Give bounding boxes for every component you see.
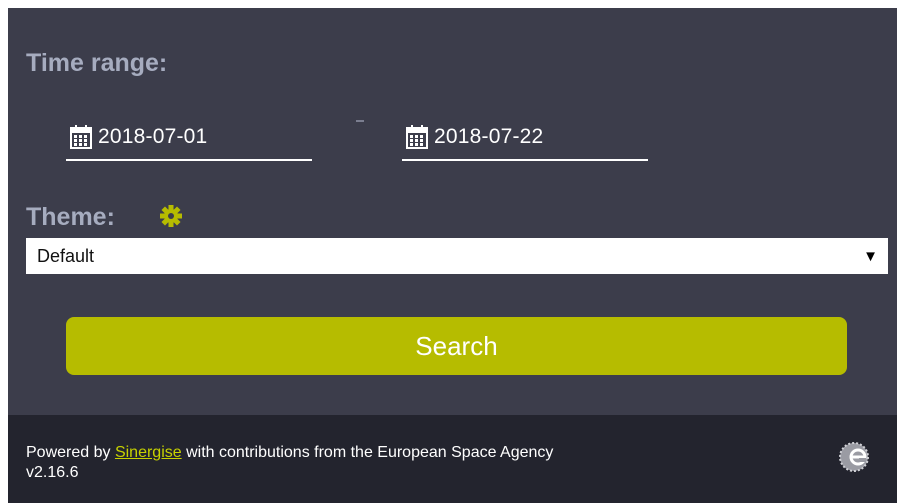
end-date-input[interactable]: 2018-07-22 — [402, 115, 648, 161]
footer-credits: Powered by Sinergise with contributions … — [26, 443, 553, 483]
time-range-label: Time range: — [26, 49, 168, 77]
gear-icon[interactable] — [160, 205, 182, 227]
dropdown-arrow-icon: ▼ — [863, 247, 878, 265]
range-separator — [356, 120, 364, 122]
version-text: v2.16.6 — [26, 464, 79, 481]
start-date-value: 2018-07-01 — [98, 125, 208, 148]
theme-select-value: Default — [37, 245, 95, 266]
sinergise-link[interactable]: Sinergise — [115, 444, 182, 461]
contributions-text: with contributions from the European Spa… — [181, 444, 554, 461]
theme-select[interactable]: Default ▼ — [26, 238, 888, 274]
esa-logo-icon — [839, 442, 869, 472]
footer: Powered by Sinergise with contributions … — [8, 415, 897, 503]
theme-label: Theme: — [26, 203, 115, 231]
start-date-input[interactable]: 2018-07-01 — [66, 115, 312, 161]
calendar-icon — [406, 125, 428, 149]
search-button[interactable]: Search — [66, 317, 847, 375]
powered-by-text: Powered by — [26, 444, 115, 461]
end-date-value: 2018-07-22 — [434, 125, 544, 148]
search-panel: Time range: 2018-07-01 2018-07-22 Theme:… — [8, 8, 897, 503]
calendar-icon — [70, 125, 92, 149]
